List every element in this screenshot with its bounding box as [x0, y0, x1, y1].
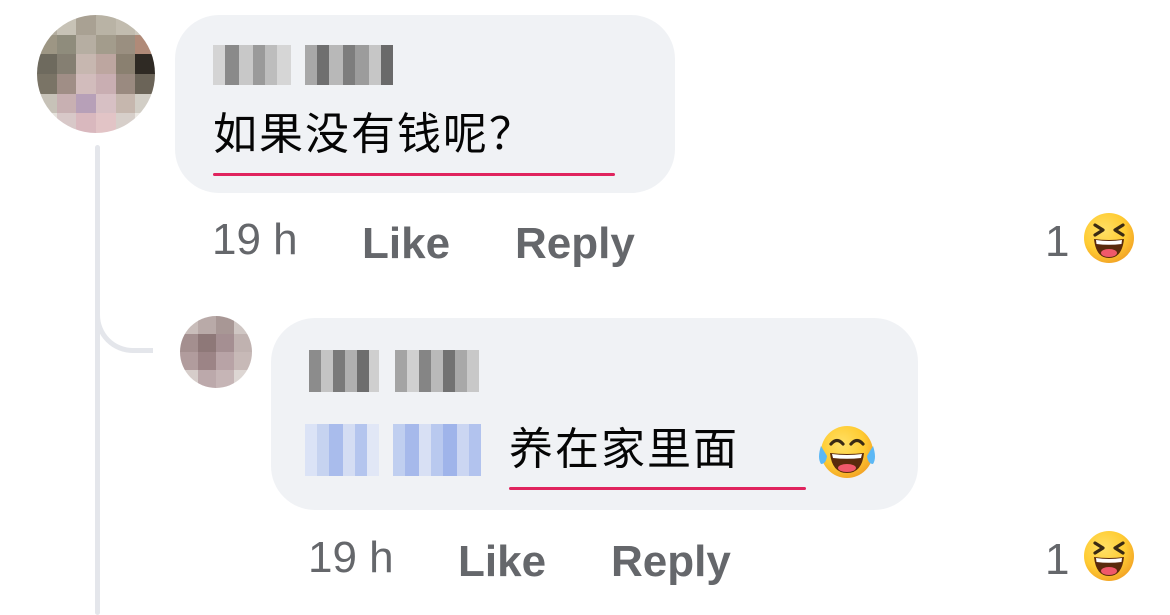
comment-text: 如果没有钱呢？: [213, 109, 535, 160]
author-name-pixelated[interactable]: [309, 350, 479, 392]
reaction-summary[interactable]: 1: [1045, 210, 1140, 270]
reaction-summary[interactable]: 1: [1045, 528, 1140, 588]
avatar[interactable]: [37, 15, 155, 133]
comment-text: 养在家里面: [509, 424, 739, 475]
like-button[interactable]: Like: [458, 536, 546, 588]
comment-time[interactable]: 19 h: [308, 532, 394, 584]
laughing-emoji-icon: [1084, 213, 1134, 263]
thread-reply-connector: [95, 300, 153, 353]
spellcheck-underline: [213, 173, 615, 176]
spellcheck-underline: [509, 487, 806, 490]
reply-button[interactable]: Reply: [611, 536, 731, 588]
reply-button[interactable]: Reply: [515, 218, 635, 270]
laughing-emoji-icon: [1084, 531, 1134, 581]
comment-bubble: 养在家里面: [271, 318, 918, 510]
author-name-pixelated[interactable]: [213, 45, 393, 85]
comment-bubble: 如果没有钱呢？: [175, 15, 675, 193]
mention-pixelated[interactable]: [305, 424, 481, 476]
reaction-count: 1: [1045, 217, 1070, 266]
like-button[interactable]: Like: [362, 218, 450, 270]
reaction-count: 1: [1045, 535, 1070, 584]
comment-time[interactable]: 19 h: [212, 214, 298, 266]
avatar[interactable]: [180, 316, 252, 388]
tears-of-joy-emoji-icon: [819, 426, 875, 478]
thread-line: [95, 145, 100, 615]
